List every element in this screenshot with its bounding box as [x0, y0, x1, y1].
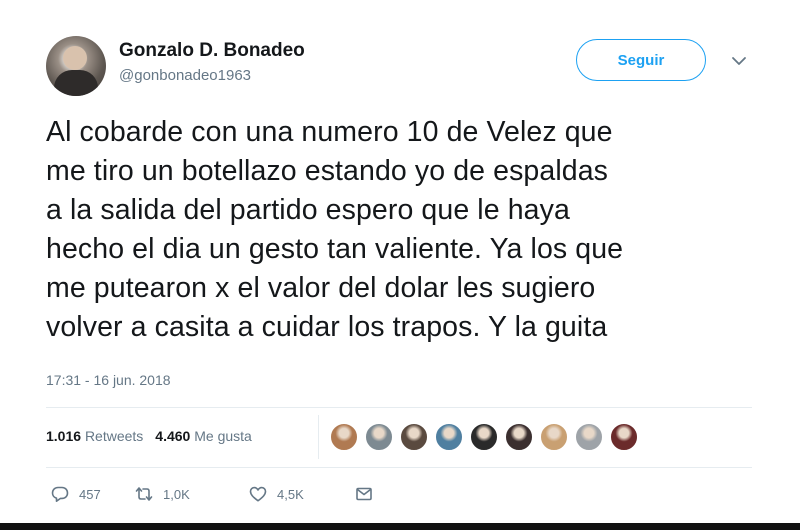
likes-stat[interactable]: 4.460 Me gusta [155, 428, 252, 444]
liker-avatar[interactable] [575, 423, 603, 451]
reply-count: 457 [79, 486, 101, 502]
avatar-face [63, 46, 87, 70]
author-handle[interactable]: @gonbonadeo1963 [119, 67, 251, 84]
envelope-icon [356, 487, 372, 501]
retweets-stat[interactable]: 1.016 Retweets [46, 428, 143, 444]
chevron-down-icon[interactable] [728, 50, 750, 72]
engagement-stats: 1.016 Retweets 4.460 Me gusta [46, 428, 252, 444]
tweet-card: Gonzalo D. Bonadeo @gonbonadeo1963 Segui… [0, 0, 800, 530]
retweets-count: 1.016 [46, 428, 82, 444]
like-count: 4,5K [277, 486, 304, 502]
liker-avatar[interactable] [505, 423, 533, 451]
liker-avatar[interactable] [330, 423, 358, 451]
reply-action[interactable]: 457 [50, 484, 101, 504]
follow-button[interactable]: Seguir [576, 39, 706, 81]
like-action[interactable]: 4,5K [248, 484, 304, 504]
retweet-action[interactable]: 1,0K [134, 484, 190, 504]
heart-icon [249, 486, 267, 502]
tweet-text: Al cobarde con una numero 10 de Velez qu… [46, 116, 624, 343]
likes-label: Me gusta [194, 428, 252, 444]
liker-avatar[interactable] [610, 423, 638, 451]
tweet-timestamp[interactable]: 17:31 - 16 jun. 2018 [46, 372, 171, 388]
liker-avatar[interactable] [540, 423, 568, 451]
retweet-icon [135, 487, 153, 501]
divider [46, 467, 752, 468]
divider [46, 407, 752, 408]
author-avatar[interactable] [46, 36, 106, 96]
retweets-label: Retweets [84, 428, 144, 444]
retweet-count: 1,0K [163, 486, 190, 502]
liker-avatar[interactable] [365, 423, 393, 451]
stats-separator [318, 415, 319, 459]
reply-icon [51, 486, 69, 502]
likes-count: 4.460 [155, 428, 191, 444]
bottom-border [0, 523, 800, 530]
message-action[interactable] [354, 484, 383, 504]
liker-avatar[interactable] [400, 423, 428, 451]
liker-avatar[interactable] [470, 423, 498, 451]
avatar-body [54, 70, 98, 96]
author-name[interactable]: Gonzalo D. Bonadeo [119, 40, 305, 62]
liker-avatar[interactable] [435, 423, 463, 451]
